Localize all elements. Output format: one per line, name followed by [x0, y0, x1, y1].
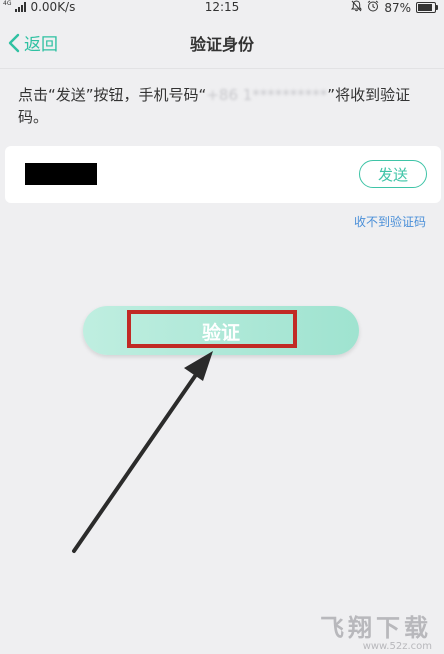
annotation-arrow-icon — [72, 351, 213, 553]
watermark-brand: 飞翔下载 — [320, 614, 432, 642]
watermark: 飞翔下载 www.52z.com — [320, 608, 432, 652]
